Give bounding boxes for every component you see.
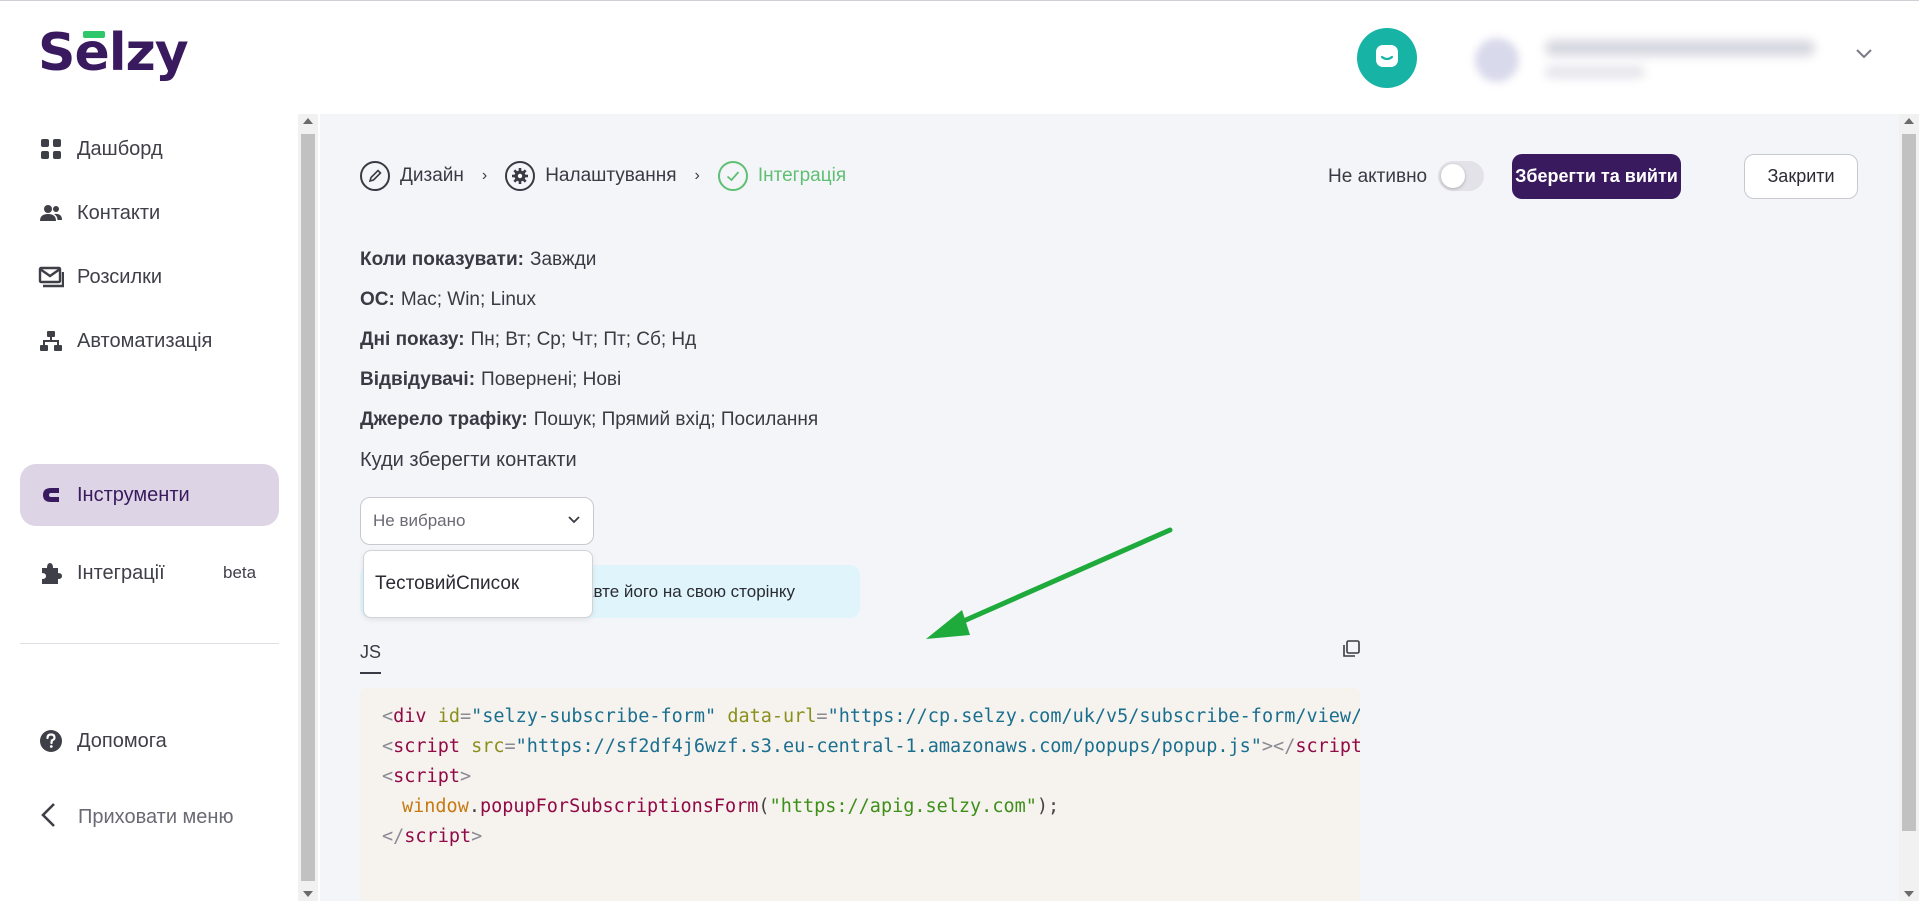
sidebar-item-campaigns[interactable]: Розсилки	[20, 246, 279, 308]
step-design[interactable]: Дизайн	[360, 161, 464, 191]
dashboard-grid-icon	[38, 136, 64, 162]
user-role-blurred	[1545, 66, 1645, 78]
user-menu[interactable]	[1465, 26, 1840, 94]
sidebar-item-label: Розсилки	[77, 265, 163, 288]
sidebar-item-dashboard[interactable]: Дашборд	[20, 118, 279, 180]
status-label: Не активно	[1328, 166, 1428, 187]
beta-badge: beta	[223, 563, 257, 582]
sidebar-item-help[interactable]: Допомога	[20, 710, 279, 772]
user-email-blurred	[1545, 40, 1815, 56]
tab-underline	[360, 672, 381, 674]
setting-value: Пн; Вт; Ср; Чт; Пт; Сб; Нд	[470, 329, 697, 350]
check-icon	[717, 161, 748, 191]
copy-icon[interactable]	[1341, 639, 1361, 659]
app-header: Selzy	[0, 1, 1919, 114]
chat-bubble-icon	[1374, 43, 1400, 74]
logo-accent	[83, 31, 105, 38]
chevron-left-icon	[40, 802, 56, 833]
setting-value: Повернені; Нові	[481, 369, 622, 390]
sidebar-divider	[20, 643, 279, 644]
setting-value: Mac; Win; Linux	[400, 289, 536, 310]
setting-row-traffic: Джерело трафіку: Пошук; Прямий вхід; Пос…	[360, 400, 818, 440]
save-contacts-title: Куди зберегти контакти	[360, 449, 577, 471]
info-text: авте його на свою сторінку	[584, 581, 795, 601]
toggle-knob	[1441, 164, 1465, 188]
setting-value: Завжди	[530, 249, 597, 270]
setting-row-when: Коли показувати: Завжди	[360, 240, 818, 280]
step-label: Інтеграція	[757, 165, 847, 186]
sidebar-item-label: Допомога	[77, 729, 167, 752]
chevron-down-icon[interactable]	[1855, 47, 1873, 65]
contacts-users-icon	[38, 200, 64, 226]
annotation-arrow-icon	[926, 527, 1173, 639]
scroll-down-arrow[interactable]	[303, 891, 313, 897]
avatar	[1475, 38, 1519, 82]
chevron-right-icon: ›	[481, 167, 488, 184]
setting-row-days: Дні показу: Пн; Вт; Ср; Чт; Пт; Сб; Нд	[360, 320, 818, 360]
tab-js[interactable]: JS	[360, 642, 381, 663]
chat-button[interactable]	[1357, 28, 1417, 88]
save-and-exit-button[interactable]: Зберегти та вийти	[1512, 154, 1681, 199]
sidebar-item-integrations[interactable]: Інтеграції beta	[20, 542, 279, 604]
scroll-up-arrow[interactable]	[1904, 118, 1914, 124]
code-line-2: <script src="https://sf2df4j6wzf.s3.eu-c…	[382, 736, 1360, 757]
close-button[interactable]: Закрити	[1744, 154, 1858, 199]
sidebar-item-label: Інтеграції	[77, 561, 165, 584]
settings-summary: Коли показувати: Завжди ОС: Mac; Win; Li…	[360, 240, 818, 440]
step-label: Дизайн	[400, 165, 464, 186]
setting-key: Коли показувати:	[360, 249, 524, 270]
sidebar-item-contacts[interactable]: Контакти	[20, 182, 279, 244]
mail-campaigns-icon	[38, 264, 64, 290]
puzzle-integrations-icon	[38, 560, 64, 586]
setting-value: Пошук; Прямий вхід; Посилання	[533, 409, 819, 430]
selzy-logo[interactable]: Selzy	[38, 23, 189, 83]
hide-menu-button[interactable]: Приховати меню	[40, 802, 233, 833]
main-scrollbar[interactable]	[1899, 114, 1919, 901]
step-integration[interactable]: Інтеграція	[717, 161, 847, 191]
sidebar-item-label: Автоматизація	[77, 329, 213, 352]
setting-key: Відвідувачі:	[360, 369, 476, 390]
setting-key: Джерело трафіку:	[360, 409, 528, 430]
sidebar-item-automation[interactable]: Автоматизація	[20, 310, 279, 372]
code-line-4: window.popupForSubscriptionsForm("https:…	[402, 796, 1060, 817]
code-line-3: <script>	[382, 766, 472, 787]
sidebar: Дашборд Контакти Розсилки Автоматизація	[0, 114, 298, 901]
magnet-tools-icon	[38, 482, 64, 508]
code-line-5: </script>	[382, 826, 483, 847]
automation-flow-icon	[38, 328, 64, 354]
pencil-icon	[360, 161, 390, 191]
setting-row-visitors: Відвідувачі: Повернені; Нові	[360, 360, 818, 400]
contact-list-select[interactable]: Не вибрано	[360, 497, 594, 545]
chevron-down-icon	[567, 512, 581, 530]
sidebar-scrollbar[interactable]	[298, 114, 318, 901]
option-label: ТестовийСписок	[375, 573, 520, 594]
wizard-steps: Дизайн › Налаштування › Інтеграція	[360, 161, 846, 191]
scroll-up-arrow[interactable]	[303, 118, 313, 124]
sidebar-item-label: Дашборд	[77, 137, 163, 160]
dropdown-option-test-list[interactable]: ТестовийСписок	[363, 550, 593, 618]
gear-icon	[505, 161, 536, 191]
code-line-1: <div id="selzy-subscribe-form" data-url=…	[382, 706, 1360, 727]
setting-key: ОС:	[360, 289, 395, 310]
select-value: Не вибрано	[373, 511, 466, 530]
scrollbar-thumb[interactable]	[1902, 134, 1916, 831]
sidebar-item-label: Інструменти	[77, 483, 190, 506]
setting-row-os: ОС: Mac; Win; Linux	[360, 280, 818, 320]
sidebar-item-tools[interactable]: Інструменти	[20, 464, 279, 526]
chevron-right-icon: ›	[694, 167, 700, 184]
main-panel: Дизайн › Налаштування › Інтеграція Не ак…	[320, 114, 1899, 901]
active-toggle[interactable]	[1438, 161, 1484, 191]
sidebar-item-label: Контакти	[77, 201, 161, 224]
embed-code-block[interactable]: <div id="selzy-subscribe-form" data-url=…	[360, 688, 1360, 901]
setting-key: Дні показу:	[360, 329, 465, 350]
step-settings[interactable]: Налаштування	[505, 161, 677, 191]
step-label: Налаштування	[545, 165, 677, 186]
hide-menu-label: Приховати меню	[78, 806, 234, 828]
help-question-icon	[38, 728, 64, 754]
scroll-down-arrow[interactable]	[1904, 891, 1914, 897]
scrollbar-thumb[interactable]	[301, 134, 315, 881]
